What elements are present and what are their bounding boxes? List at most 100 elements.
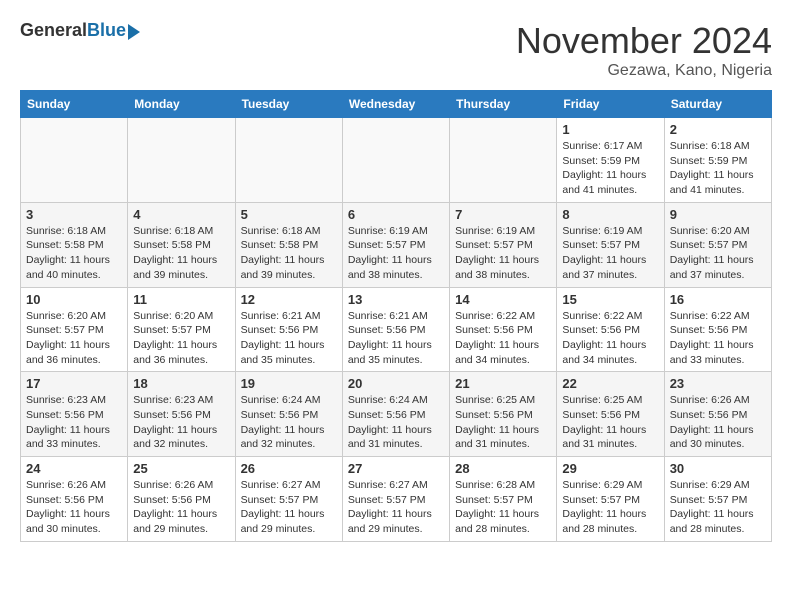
- calendar-body: 1 Sunrise: 6:17 AM Sunset: 5:59 PM Daylig…: [21, 118, 772, 542]
- day-info: Sunrise: 6:20 AM Sunset: 5:57 PM Dayligh…: [26, 309, 122, 368]
- weekday-header: Sunday: [21, 91, 128, 118]
- calendar-cell: 18Sunrise: 6:23 AM Sunset: 5:56 PM Dayli…: [128, 372, 235, 457]
- day-info: Sunrise: 6:18 AM Sunset: 5:59 PM Dayligh…: [670, 139, 766, 198]
- calendar-cell: 30Sunrise: 6:29 AM Sunset: 5:57 PM Dayli…: [664, 457, 771, 542]
- calendar-cell: 11Sunrise: 6:20 AM Sunset: 5:57 PM Dayli…: [128, 287, 235, 372]
- day-info: Sunrise: 6:22 AM Sunset: 5:56 PM Dayligh…: [455, 309, 551, 368]
- calendar-cell: 8 Sunrise: 6:19 AM Sunset: 5:57 PM Daylig…: [557, 202, 664, 287]
- day-number: 15: [562, 292, 658, 307]
- calendar-cell: 12 Sunrise: 6:21 AM Sunset: 5:56 PM Dayli…: [235, 287, 342, 372]
- page-header: General Blue November 2024 Gezawa, Kano,…: [20, 20, 772, 80]
- day-number: 4: [133, 207, 229, 222]
- calendar-cell: 24 Sunrise: 6:26 AM Sunset: 5:56 PM Dayli…: [21, 457, 128, 542]
- weekday-header: Saturday: [664, 91, 771, 118]
- day-number: 23: [670, 376, 766, 391]
- day-info: Sunrise: 6:26 AM Sunset: 5:56 PM Dayligh…: [26, 478, 122, 537]
- calendar-cell: 27Sunrise: 6:27 AM Sunset: 5:57 PM Dayli…: [342, 457, 449, 542]
- calendar-cell: 21 Sunrise: 6:25 AM Sunset: 5:56 PM Dayli…: [450, 372, 557, 457]
- day-info: Sunrise: 6:23 AM Sunset: 5:56 PM Dayligh…: [26, 393, 122, 452]
- calendar-cell: 26 Sunrise: 6:27 AM Sunset: 5:57 PM Dayli…: [235, 457, 342, 542]
- day-info: Sunrise: 6:29 AM Sunset: 5:57 PM Dayligh…: [562, 478, 658, 537]
- calendar-cell: 16 Sunrise: 6:22 AM Sunset: 5:56 PM Dayli…: [664, 287, 771, 372]
- day-number: 13: [348, 292, 444, 307]
- day-number: 2: [670, 122, 766, 137]
- day-number: 12: [241, 292, 337, 307]
- calendar-cell: 28 Sunrise: 6:28 AM Sunset: 5:57 PM Dayli…: [450, 457, 557, 542]
- calendar-table: SundayMondayTuesdayWednesdayThursdayFrid…: [20, 90, 772, 542]
- weekday-header: Tuesday: [235, 91, 342, 118]
- calendar-week-row: 17 Sunrise: 6:23 AM Sunset: 5:56 PM Dayli…: [21, 372, 772, 457]
- day-number: 29: [562, 461, 658, 476]
- day-info: Sunrise: 6:22 AM Sunset: 5:56 PM Dayligh…: [670, 309, 766, 368]
- calendar-cell: [235, 118, 342, 203]
- day-number: 22: [562, 376, 658, 391]
- day-info: Sunrise: 6:27 AM Sunset: 5:57 PM Dayligh…: [241, 478, 337, 537]
- calendar-cell: 20Sunrise: 6:24 AM Sunset: 5:56 PM Dayli…: [342, 372, 449, 457]
- day-number: 24: [26, 461, 122, 476]
- day-number: 7: [455, 207, 551, 222]
- day-number: 3: [26, 207, 122, 222]
- day-number: 25: [133, 461, 229, 476]
- calendar-cell: 17 Sunrise: 6:23 AM Sunset: 5:56 PM Dayli…: [21, 372, 128, 457]
- calendar-cell: 15 Sunrise: 6:22 AM Sunset: 5:56 PM Dayli…: [557, 287, 664, 372]
- day-info: Sunrise: 6:22 AM Sunset: 5:56 PM Dayligh…: [562, 309, 658, 368]
- day-info: Sunrise: 6:26 AM Sunset: 5:56 PM Dayligh…: [133, 478, 229, 537]
- weekday-header: Thursday: [450, 91, 557, 118]
- calendar-cell: 9Sunrise: 6:20 AM Sunset: 5:57 PM Daylig…: [664, 202, 771, 287]
- day-number: 20: [348, 376, 444, 391]
- calendar-cell: 4 Sunrise: 6:18 AM Sunset: 5:58 PM Daylig…: [128, 202, 235, 287]
- month-title: November 2024: [516, 20, 772, 62]
- calendar-cell: 7Sunrise: 6:19 AM Sunset: 5:57 PM Daylig…: [450, 202, 557, 287]
- day-number: 21: [455, 376, 551, 391]
- day-info: Sunrise: 6:25 AM Sunset: 5:56 PM Dayligh…: [562, 393, 658, 452]
- day-info: Sunrise: 6:27 AM Sunset: 5:57 PM Dayligh…: [348, 478, 444, 537]
- calendar-header: SundayMondayTuesdayWednesdayThursdayFrid…: [21, 91, 772, 118]
- day-info: Sunrise: 6:17 AM Sunset: 5:59 PM Dayligh…: [562, 139, 658, 198]
- calendar-cell: 25 Sunrise: 6:26 AM Sunset: 5:56 PM Dayli…: [128, 457, 235, 542]
- calendar-week-row: 1 Sunrise: 6:17 AM Sunset: 5:59 PM Daylig…: [21, 118, 772, 203]
- calendar-cell: 22 Sunrise: 6:25 AM Sunset: 5:56 PM Dayli…: [557, 372, 664, 457]
- calendar-cell: 13 Sunrise: 6:21 AM Sunset: 5:56 PM Dayli…: [342, 287, 449, 372]
- day-number: 14: [455, 292, 551, 307]
- day-number: 16: [670, 292, 766, 307]
- calendar-cell: 23 Sunrise: 6:26 AM Sunset: 5:56 PM Dayli…: [664, 372, 771, 457]
- calendar-cell: 14 Sunrise: 6:22 AM Sunset: 5:56 PM Dayli…: [450, 287, 557, 372]
- day-number: 8: [562, 207, 658, 222]
- day-info: Sunrise: 6:21 AM Sunset: 5:56 PM Dayligh…: [348, 309, 444, 368]
- weekday-header: Friday: [557, 91, 664, 118]
- calendar-cell: 3 Sunrise: 6:18 AM Sunset: 5:58 PM Daylig…: [21, 202, 128, 287]
- day-info: Sunrise: 6:21 AM Sunset: 5:56 PM Dayligh…: [241, 309, 337, 368]
- day-number: 1: [562, 122, 658, 137]
- logo-arrow-icon: [128, 24, 140, 40]
- calendar-cell: [450, 118, 557, 203]
- calendar-cell: 19Sunrise: 6:24 AM Sunset: 5:56 PM Dayli…: [235, 372, 342, 457]
- day-number: 17: [26, 376, 122, 391]
- day-info: Sunrise: 6:26 AM Sunset: 5:56 PM Dayligh…: [670, 393, 766, 452]
- day-info: Sunrise: 6:23 AM Sunset: 5:56 PM Dayligh…: [133, 393, 229, 452]
- day-info: Sunrise: 6:18 AM Sunset: 5:58 PM Dayligh…: [241, 224, 337, 283]
- day-number: 6: [348, 207, 444, 222]
- calendar-cell: 1 Sunrise: 6:17 AM Sunset: 5:59 PM Daylig…: [557, 118, 664, 203]
- day-info: Sunrise: 6:25 AM Sunset: 5:56 PM Dayligh…: [455, 393, 551, 452]
- day-info: Sunrise: 6:20 AM Sunset: 5:57 PM Dayligh…: [670, 224, 766, 283]
- day-info: Sunrise: 6:19 AM Sunset: 5:57 PM Dayligh…: [562, 224, 658, 283]
- calendar-cell: 5 Sunrise: 6:18 AM Sunset: 5:58 PM Daylig…: [235, 202, 342, 287]
- day-number: 10: [26, 292, 122, 307]
- day-number: 28: [455, 461, 551, 476]
- day-number: 5: [241, 207, 337, 222]
- day-info: Sunrise: 6:18 AM Sunset: 5:58 PM Dayligh…: [26, 224, 122, 283]
- day-info: Sunrise: 6:18 AM Sunset: 5:58 PM Dayligh…: [133, 224, 229, 283]
- day-number: 26: [241, 461, 337, 476]
- weekday-header: Wednesday: [342, 91, 449, 118]
- weekday-header: Monday: [128, 91, 235, 118]
- day-info: Sunrise: 6:28 AM Sunset: 5:57 PM Dayligh…: [455, 478, 551, 537]
- day-info: Sunrise: 6:19 AM Sunset: 5:57 PM Dayligh…: [348, 224, 444, 283]
- calendar-cell: 10 Sunrise: 6:20 AM Sunset: 5:57 PM Dayli…: [21, 287, 128, 372]
- calendar-week-row: 3 Sunrise: 6:18 AM Sunset: 5:58 PM Daylig…: [21, 202, 772, 287]
- logo: General Blue: [20, 20, 140, 41]
- logo-general-text: General: [20, 20, 87, 41]
- logo-blue-text: Blue: [87, 20, 126, 41]
- calendar-cell: [128, 118, 235, 203]
- calendar-week-row: 10 Sunrise: 6:20 AM Sunset: 5:57 PM Dayli…: [21, 287, 772, 372]
- day-number: 19: [241, 376, 337, 391]
